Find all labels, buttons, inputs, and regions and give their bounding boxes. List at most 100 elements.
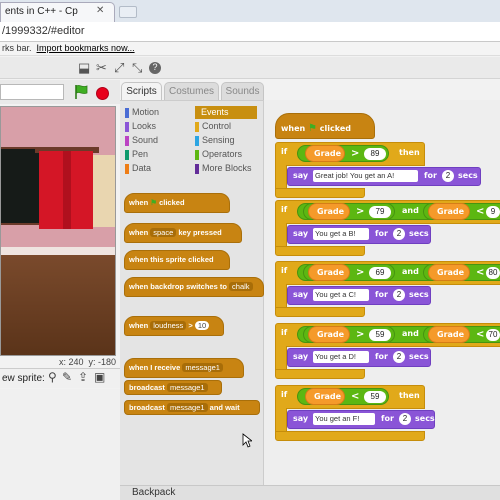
block-text: when I receive: [129, 363, 181, 372]
category-label: Pen: [132, 149, 149, 159]
tab-close-icon[interactable]: ✕: [96, 5, 104, 16]
block-text: >: [188, 321, 193, 330]
chalkboard: [1, 147, 41, 225]
sprite-library-icon[interactable]: ⚲: [48, 370, 57, 384]
secs-input[interactable]: 2: [393, 289, 405, 301]
sensor-dropdown[interactable]: loudness: [150, 321, 187, 330]
grade-variable[interactable]: Grade: [428, 264, 470, 281]
operator-symbol: <: [476, 267, 485, 278]
say-message-input[interactable]: You get a B!: [313, 228, 369, 240]
green-flag-icon[interactable]: [73, 84, 89, 100]
block-text: when: [129, 228, 149, 237]
secs-input[interactable]: 2: [399, 413, 411, 425]
upload-sprite-icon[interactable]: ⇪: [78, 370, 88, 384]
say-label: say: [293, 290, 309, 299]
message-dropdown[interactable]: message1: [166, 383, 208, 392]
say-message-input[interactable]: You get a C!: [313, 289, 369, 301]
secs-label: secs: [409, 290, 429, 299]
if-label: if: [281, 205, 288, 214]
category-looks[interactable]: Looks: [125, 121, 156, 133]
say-message-input[interactable]: You get an F!: [313, 413, 375, 425]
help-icon[interactable]: ?: [149, 62, 161, 74]
tab-sounds-label: Sounds: [225, 86, 260, 97]
if-block-foot: [275, 369, 365, 379]
category-sensing[interactable]: Sensing: [195, 135, 235, 147]
stage-canvas[interactable]: [0, 106, 116, 356]
category-control[interactable]: Control: [195, 121, 231, 133]
paint-sprite-icon[interactable]: ✎: [62, 370, 72, 384]
tab-title: ents in C++ - Cp: [5, 6, 78, 17]
category-pen[interactable]: Pen: [125, 149, 148, 161]
operator-symbol: >: [356, 206, 365, 217]
looks-swatch: [125, 122, 129, 132]
tab-costumes[interactable]: Costumes: [164, 82, 219, 100]
message-dropdown[interactable]: message1: [182, 363, 223, 372]
block-text: broadcast: [129, 403, 165, 412]
comparison-value-input[interactable]: 89: [364, 148, 386, 160]
shrink-icon[interactable]: ⤡: [132, 60, 142, 76]
grade-variable[interactable]: Grade: [305, 388, 345, 405]
comparison-value-input[interactable]: 59: [364, 391, 386, 403]
backdrop-dropdown[interactable]: chalk: [229, 282, 253, 291]
category-sound[interactable]: Sound: [125, 135, 158, 147]
tab-scripts[interactable]: Scripts: [121, 82, 162, 100]
category-motion[interactable]: Motion: [125, 107, 159, 119]
project-title-field[interactable]: [0, 84, 64, 100]
comparison-value-input[interactable]: 79: [369, 206, 391, 218]
loudness-input[interactable]: 10: [194, 321, 210, 330]
comparison-value-input[interactable]: 9: [486, 206, 500, 218]
comparison-value-input[interactable]: 80: [486, 267, 500, 279]
for-label: for: [375, 352, 388, 361]
import-bookmarks-link[interactable]: Import bookmarks now...: [37, 43, 135, 53]
when-sprite-clicked-block[interactable]: when this sprite clicked: [124, 250, 230, 270]
comparison-value-input[interactable]: 69: [369, 267, 391, 279]
curtain-left: [39, 151, 63, 229]
stop-button[interactable]: [96, 87, 109, 100]
address-bar[interactable]: /1999332/#editor: [0, 22, 500, 42]
say-message-input[interactable]: Great job! You get an A!: [313, 170, 418, 182]
backpack-label: Backpack: [132, 487, 176, 498]
grow-icon[interactable]: ⤢: [114, 60, 124, 76]
grade-variable[interactable]: Grade: [308, 264, 350, 281]
camera-icon[interactable]: ▣: [94, 370, 105, 384]
secs-input[interactable]: 2: [393, 351, 405, 363]
if-label: if: [281, 266, 288, 275]
secs-input[interactable]: 2: [442, 170, 454, 182]
stamp-icon[interactable]: ⬓: [78, 60, 90, 76]
when-backdrop-switches-block[interactable]: when backdrop switches to chalk: [124, 277, 264, 297]
and-label: and: [402, 206, 419, 215]
when-i-receive-block[interactable]: when I receive message1: [124, 358, 244, 378]
grade-variable[interactable]: Grade: [428, 326, 470, 343]
new-sprite-label: ew sprite:: [2, 373, 45, 384]
comparison-value-input[interactable]: 70: [486, 329, 500, 341]
operator-symbol: <: [476, 329, 485, 340]
new-tab-button[interactable]: [119, 6, 137, 18]
broadcast-and-wait-block[interactable]: broadcast message1 and wait: [124, 400, 260, 415]
mouse-pointer-icon: [242, 433, 252, 448]
category-data[interactable]: Data: [125, 163, 151, 175]
key-dropdown[interactable]: space: [150, 228, 177, 237]
operator-symbol: >: [356, 329, 365, 340]
operators-swatch: [195, 150, 199, 160]
when-flag-clicked-block[interactable]: when ⚑ clicked: [124, 193, 230, 213]
grade-variable[interactable]: Grade: [308, 203, 350, 220]
say-message-input[interactable]: You get a D!: [313, 351, 369, 363]
backpack-bar[interactable]: Backpack: [120, 485, 500, 500]
grade-variable[interactable]: Grade: [305, 145, 345, 162]
grade-variable[interactable]: Grade: [428, 203, 470, 220]
when-key-pressed-block[interactable]: when space key pressed: [124, 223, 242, 243]
bookmarks-bar: rks bar. Import bookmarks now...: [0, 42, 500, 56]
category-events[interactable]: Events: [195, 106, 257, 119]
when-loudness-block[interactable]: when loudness > 10: [124, 316, 224, 336]
block-text: when this sprite clicked: [129, 255, 214, 264]
broadcast-block[interactable]: broadcast message1: [124, 380, 222, 395]
category-more-blocks[interactable]: More Blocks: [195, 163, 252, 175]
cut-icon[interactable]: ✂: [96, 60, 107, 76]
message-dropdown[interactable]: message1: [166, 403, 208, 412]
grade-variable[interactable]: Grade: [308, 326, 350, 343]
secs-input[interactable]: 2: [393, 228, 405, 240]
comparison-value-input[interactable]: 59: [369, 329, 391, 341]
when-flag-clicked-hat[interactable]: when ⚑ clicked: [275, 113, 375, 139]
category-operators[interactable]: Operators: [195, 149, 242, 161]
tab-sounds[interactable]: Sounds: [221, 82, 264, 100]
